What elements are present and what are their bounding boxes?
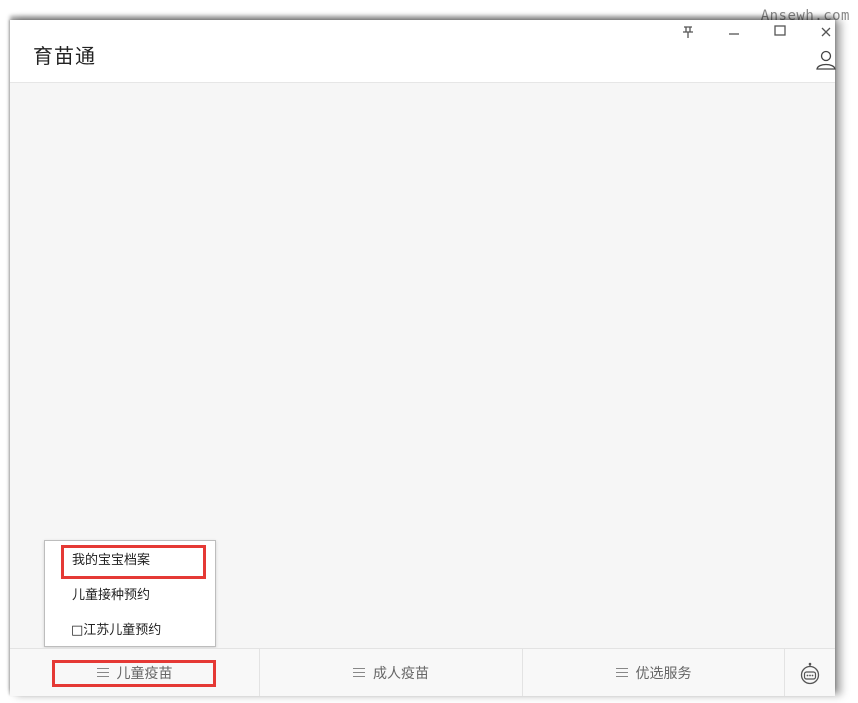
close-button[interactable]	[816, 22, 836, 42]
robot-icon	[800, 662, 820, 684]
tab-label: 成人疫苗	[373, 665, 429, 682]
tab-adult-vaccines[interactable]: 成人疫苗	[260, 649, 523, 696]
robot-button[interactable]	[785, 649, 835, 696]
tab-label: 优选服务	[635, 665, 692, 682]
pin-icon	[683, 26, 693, 38]
user-icon	[816, 50, 836, 70]
maximize-button[interactable]	[770, 20, 790, 40]
menu-item-my-baby-profile[interactable]: 我的宝宝档案	[45, 544, 215, 578]
menu-lines-icon	[615, 668, 628, 677]
maximize-icon	[774, 25, 786, 36]
pin-button[interactable]	[678, 22, 698, 42]
user-button[interactable]	[814, 48, 838, 72]
title-bar: 育苗通	[10, 20, 838, 83]
close-icon	[821, 27, 831, 37]
tab-selected-services[interactable]: 优选服务	[523, 649, 785, 696]
highlight-box-child-vaccines-tab	[52, 660, 216, 687]
app-title: 育苗通	[33, 44, 96, 68]
menu-item-jiangsu-child-appointment[interactable]: □江苏儿童预约	[45, 614, 215, 648]
app-window: 育苗通 我的宝宝档案 儿童接种预约 □江苏儿童预约 儿童疫苗 成人疫苗 优选服务	[10, 20, 838, 696]
child-vaccine-popup-menu: 我的宝宝档案 儿童接种预约 □江苏儿童预约	[44, 540, 216, 647]
menu-item-child-vaccination-appointment[interactable]: 儿童接种预约	[45, 579, 215, 613]
minimize-icon	[729, 33, 739, 35]
minimize-button[interactable]	[724, 22, 744, 42]
menu-lines-icon	[353, 668, 365, 677]
screenshot-page: Ansewh.com 育苗通 我的宝宝档案 儿童接种预约 □江苏儿童预约 儿童疫…	[0, 0, 858, 703]
